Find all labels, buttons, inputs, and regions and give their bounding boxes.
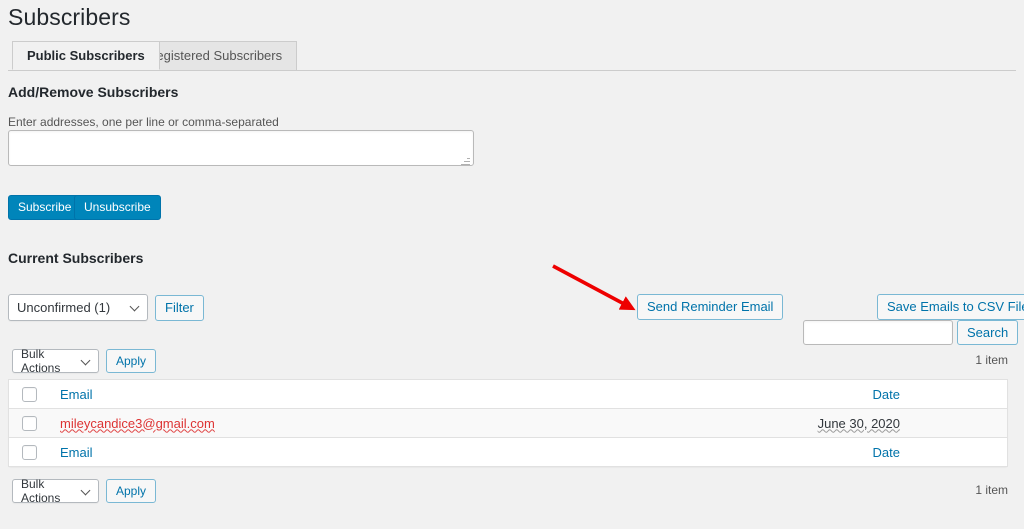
bulk-actions-value-top: Bulk Actions (21, 347, 61, 375)
chevron-down-icon (131, 303, 140, 312)
apply-button-bottom[interactable]: Apply (106, 479, 157, 503)
table-footer-row: Email Date (8, 437, 1008, 467)
select-all-checkbox-footer[interactable] (22, 445, 37, 461)
apply-button-top[interactable]: Apply (106, 349, 157, 373)
search-input[interactable] (803, 320, 953, 345)
table-row: mileycandice3@gmail.com June 30, 2020 (8, 408, 1008, 438)
bulk-actions-value-bottom: Bulk Actions (21, 477, 61, 505)
subscriber-date: June 30, 2020 (817, 415, 900, 431)
row-checkbox[interactable] (22, 416, 37, 432)
select-all-header-cell (8, 379, 60, 409)
send-reminder-email-button[interactable]: Send Reminder Email (637, 294, 784, 320)
filter-button[interactable]: Filter (155, 295, 204, 321)
item-count-top: 1 item (975, 353, 1008, 367)
select-all-footer-cell (8, 437, 60, 467)
column-header-email[interactable]: Email (60, 379, 486, 409)
tab-public-subscribers[interactable]: Public Subscribers (12, 41, 160, 70)
tab-bar-divider (8, 70, 1016, 71)
row-select-cell (8, 408, 60, 438)
addresses-textarea[interactable] (8, 130, 474, 166)
column-header-date[interactable]: Date (485, 379, 1008, 409)
cell-email: mileycandice3@gmail.com (60, 408, 486, 438)
bulk-actions-select-bottom[interactable]: Bulk Actions (12, 477, 99, 505)
current-subscribers-heading: Current Subscribers (8, 250, 144, 266)
tab-bar: Public Subscribers Registered Subscriber… (0, 41, 1016, 71)
subscribers-table: Email Date mileycandice3@gmail.com June … (8, 379, 1008, 467)
admin-page: Subscribers Public Subscribers Registere… (0, 0, 1024, 529)
table-header-row: Email Date (8, 379, 1008, 409)
subscribe-button[interactable]: Subscribe (8, 195, 82, 220)
item-count-bottom: 1 item (975, 483, 1008, 497)
select-all-checkbox[interactable] (22, 387, 37, 403)
status-filter-value: Unconfirmed (1) (17, 300, 111, 315)
column-footer-email[interactable]: Email (60, 437, 486, 467)
save-emails-to-csv-button[interactable]: Save Emails to CSV File (877, 294, 1024, 320)
chevron-down-icon (82, 357, 91, 366)
column-footer-date[interactable]: Date (485, 437, 1008, 467)
bulk-actions-select-top[interactable]: Bulk Actions (12, 347, 99, 375)
add-remove-heading: Add/Remove Subscribers (8, 84, 179, 100)
annotation-arrow-icon (552, 264, 636, 311)
status-filter-select[interactable]: Unconfirmed (1) (8, 294, 148, 321)
search-button[interactable]: Search (957, 320, 1019, 345)
addresses-field-label: Enter addresses, one per line or comma-s… (8, 115, 279, 129)
unsubscribe-button[interactable]: Unsubscribe (74, 195, 161, 220)
cell-date: June 30, 2020 (485, 408, 1008, 438)
page-title: Subscribers (8, 4, 131, 30)
subscriber-email: mileycandice3@gmail.com (60, 415, 215, 431)
chevron-down-icon (82, 487, 91, 496)
